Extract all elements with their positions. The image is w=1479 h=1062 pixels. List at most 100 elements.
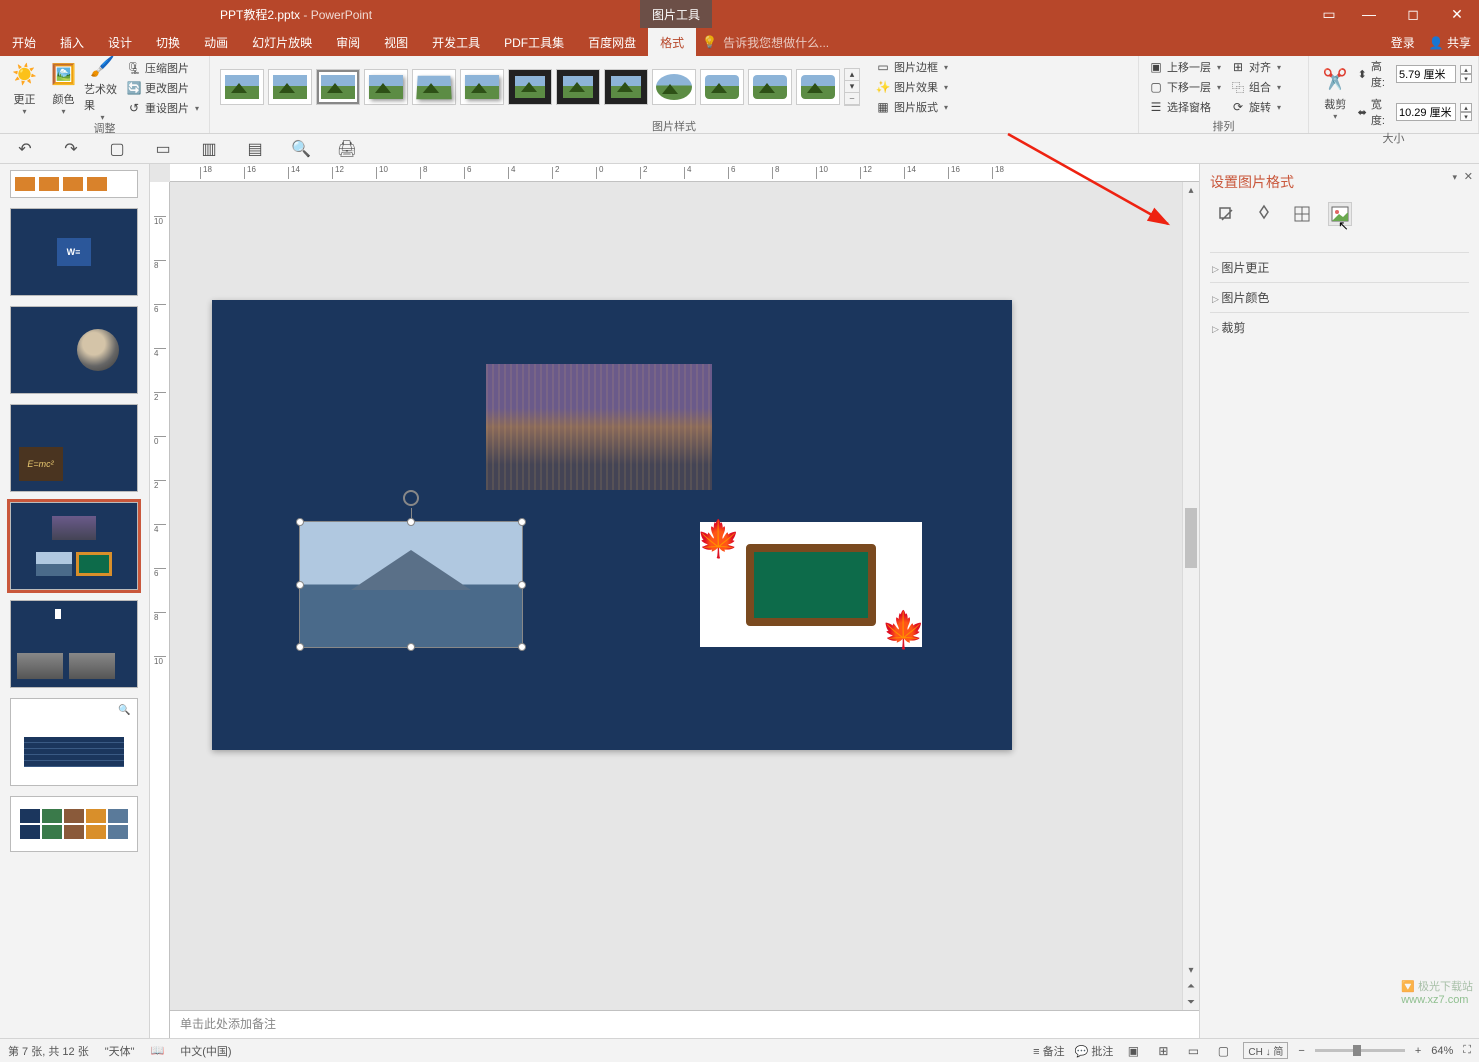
pstyle-5[interactable] (412, 69, 456, 105)
handle-n[interactable] (407, 518, 415, 526)
section-corrections[interactable]: 图片更正 (1210, 252, 1469, 282)
status-spell-icon[interactable]: 📖 (151, 1044, 165, 1057)
handle-ne[interactable] (518, 518, 526, 526)
status-slide[interactable]: 第 7 张, 共 12 张 (8, 1043, 89, 1059)
tell-me[interactable]: 💡告诉我您想做什么... (702, 34, 829, 51)
tab-view[interactable]: 视图 (372, 28, 420, 56)
section-color[interactable]: 图片颜色 (1210, 282, 1469, 312)
handle-w[interactable] (296, 581, 304, 589)
qat-btn-6[interactable]: ▤ (244, 138, 266, 160)
picture-border-button[interactable]: ▭图片边框▾ (872, 58, 952, 76)
qat-btn-8[interactable]: 🖨 (336, 138, 358, 160)
zoom-out-button[interactable]: − (1298, 1045, 1304, 1057)
canvas[interactable]: ▴ ▾ ⏶ ⏷ (170, 182, 1199, 1010)
redo-button[interactable]: ↷ (60, 138, 82, 160)
tab-home[interactable]: 开始 (0, 28, 48, 56)
handle-sw[interactable] (296, 643, 304, 651)
send-backward-button[interactable]: ▢下移一层▾ (1145, 78, 1225, 96)
picture-fuji-selected[interactable] (300, 522, 522, 647)
pstyle-2[interactable] (268, 69, 312, 105)
notes-toggle[interactable]: ≡ 备注 (1033, 1043, 1064, 1059)
group-button[interactable]: ⿻组合▾ (1227, 78, 1285, 96)
tab-pdf[interactable]: PDF工具集 (492, 28, 576, 56)
selection-pane-button[interactable]: ☰选择窗格 (1145, 98, 1225, 116)
scroll-down[interactable]: ▾ (1183, 962, 1199, 978)
change-picture-button[interactable]: 🔄更改图片 (123, 79, 203, 97)
start-slideshow-button[interactable]: ▢ (106, 138, 128, 160)
ribbon-options-icon[interactable]: ▭ (1311, 0, 1347, 28)
picture-blackboard[interactable] (700, 522, 922, 647)
pstyle-11[interactable] (700, 69, 744, 105)
pane-close[interactable]: ✕ (1464, 170, 1473, 183)
thumb-2[interactable]: W≡ (10, 208, 138, 296)
section-crop[interactable]: 裁剪 (1210, 312, 1469, 342)
pstyle-3[interactable] (316, 69, 360, 105)
next-slide-nav[interactable]: ⏷ (1183, 994, 1199, 1010)
tab-review[interactable]: 审阅 (324, 28, 372, 56)
zoom-level[interactable]: 64% (1431, 1045, 1453, 1057)
handle-nw[interactable] (296, 518, 304, 526)
thumb-3[interactable] (10, 306, 138, 394)
vertical-scrollbar[interactable]: ▴ ▾ ⏶ ⏷ (1182, 182, 1199, 1010)
reset-picture-button[interactable]: ↺重设图片▾ (123, 99, 203, 117)
tab-baidudisk[interactable]: 百度网盘 (576, 28, 648, 56)
tab-format[interactable]: 格式 (648, 28, 696, 56)
align-button[interactable]: ⊞对齐▾ (1227, 58, 1285, 76)
tab-animations[interactable]: 动画 (192, 28, 240, 56)
effects-icon-pane[interactable] (1252, 202, 1276, 226)
height-spinner[interactable]: ▴▾ (1460, 65, 1472, 83)
picture-city[interactable] (486, 364, 712, 490)
pstyle-7[interactable] (508, 69, 552, 105)
color-button[interactable]: 🖼️颜色▾ (45, 58, 82, 118)
picture-layout-button[interactable]: ▦图片版式▾ (872, 98, 952, 116)
undo-button[interactable]: ↶ (14, 138, 36, 160)
slide-thumbnails[interactable]: W≡ E=mc² 🔍 (0, 164, 150, 1038)
scroll-up[interactable]: ▴ (1183, 182, 1199, 198)
zoom-in-button[interactable]: + (1415, 1045, 1421, 1057)
tab-slideshow[interactable]: 幻灯片放映 (240, 28, 324, 56)
status-lang[interactable]: 中文(中国) (180, 1043, 231, 1059)
corrections-button[interactable]: ☀️更正▾ (6, 58, 43, 118)
slide[interactable] (212, 300, 1012, 750)
tab-developer[interactable]: 开发工具 (420, 28, 492, 56)
thumb-8[interactable] (10, 796, 138, 852)
pstyle-4[interactable] (364, 69, 408, 105)
pstyle-8[interactable] (556, 69, 600, 105)
minimize-button[interactable]: — (1347, 0, 1391, 28)
pane-dropdown[interactable]: ▾ (1452, 172, 1457, 183)
fit-window-button[interactable]: ⛶ (1463, 1044, 1471, 1057)
width-spinner[interactable]: ▴▾ (1460, 103, 1472, 121)
size-props-icon[interactable] (1290, 202, 1314, 226)
pstyle-10[interactable] (652, 69, 696, 105)
pstyle-13[interactable] (796, 69, 840, 105)
qat-btn-7[interactable]: 🔍 (290, 138, 312, 160)
share-button[interactable]: 👤 共享 (1429, 34, 1471, 51)
login-link[interactable]: 登录 (1391, 34, 1415, 51)
bring-forward-button[interactable]: ▣上移一层▾ (1145, 58, 1225, 76)
picture-effects-button[interactable]: ✨图片效果▾ (872, 78, 952, 96)
tab-design[interactable]: 设计 (96, 28, 144, 56)
crop-button[interactable]: ✂️裁剪▾ (1315, 63, 1356, 123)
rotate-button[interactable]: ⟳旋转▾ (1227, 98, 1285, 116)
ime-indicator[interactable]: CH ↓ 简 (1243, 1042, 1288, 1059)
qat-btn-4[interactable]: ▭ (152, 138, 174, 160)
sorter-view-button[interactable]: ⊞ (1153, 1043, 1173, 1059)
tab-transitions[interactable]: 切换 (144, 28, 192, 56)
pstyle-12[interactable] (748, 69, 792, 105)
thumb-4[interactable]: E=mc² (10, 404, 138, 492)
height-input[interactable] (1396, 65, 1456, 83)
tab-insert[interactable]: 插入 (48, 28, 96, 56)
compress-pictures-button[interactable]: 🗜压缩图片 (123, 59, 203, 77)
slideshow-view-button[interactable]: ▢ (1213, 1043, 1233, 1059)
thumb-1[interactable] (10, 170, 138, 198)
pstyle-6[interactable] (460, 69, 504, 105)
qat-btn-5[interactable]: ▥ (198, 138, 220, 160)
pstyle-1[interactable] (220, 69, 264, 105)
thumb-6[interactable] (10, 600, 138, 688)
close-button[interactable]: ✕ (1435, 0, 1479, 28)
handle-s[interactable] (407, 643, 415, 651)
thumb-7[interactable]: 🔍 (10, 698, 138, 786)
handle-se[interactable] (518, 643, 526, 651)
maximize-button[interactable]: ◻ (1391, 0, 1435, 28)
zoom-slider[interactable] (1315, 1049, 1405, 1052)
